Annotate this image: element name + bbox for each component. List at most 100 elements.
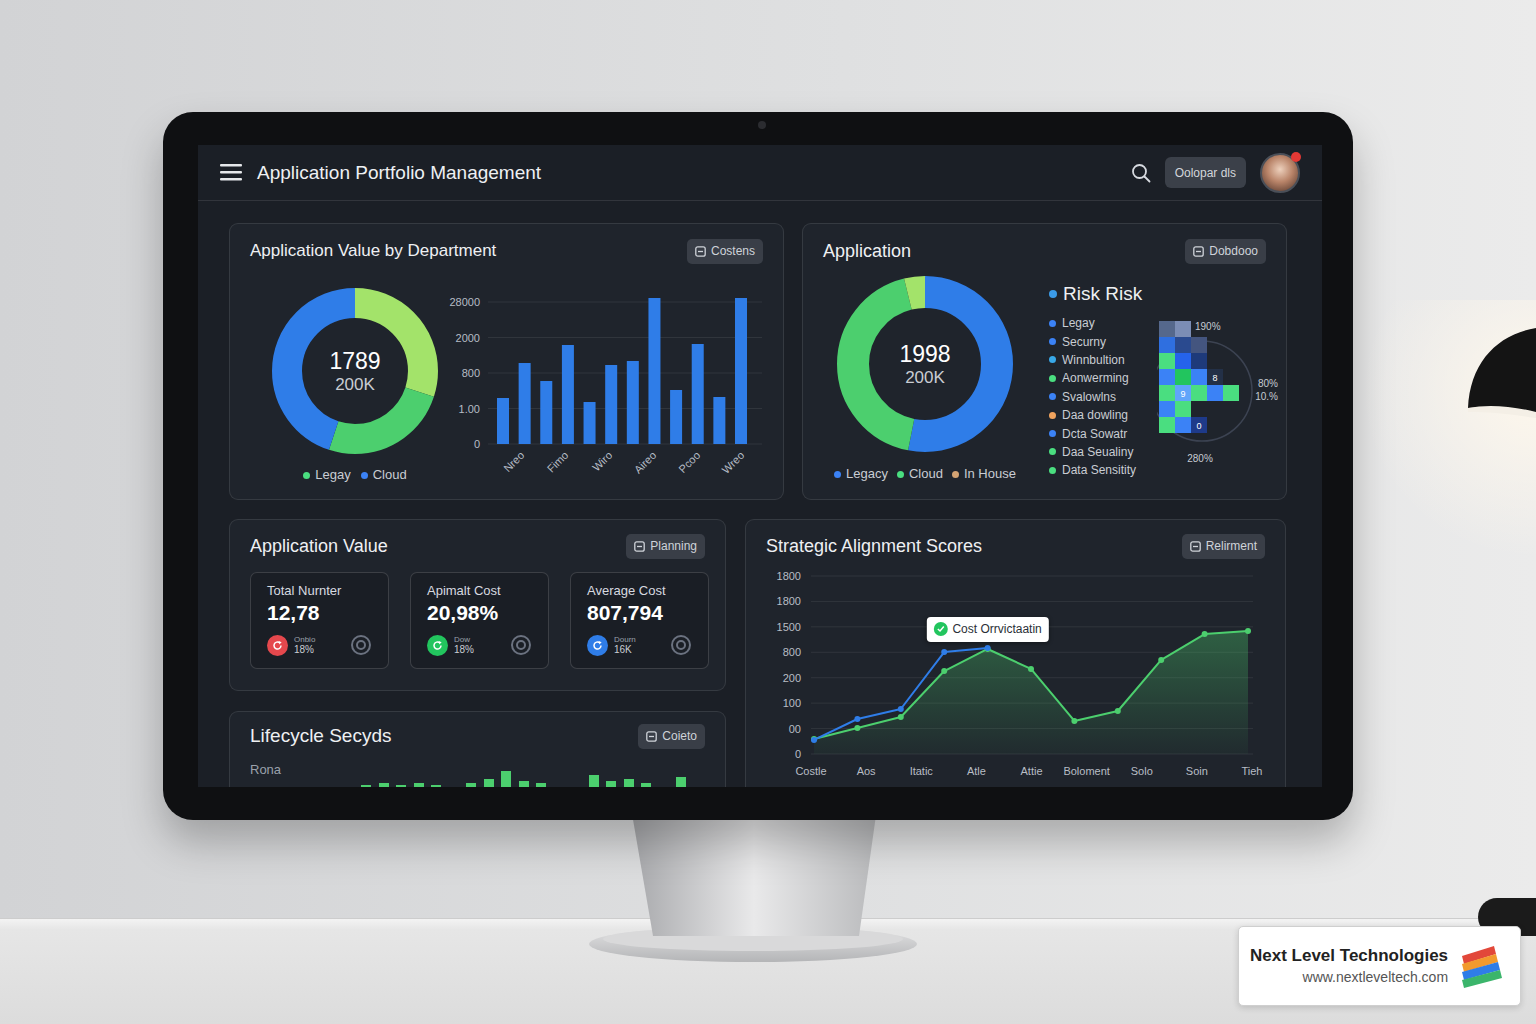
axis-label: Boloment: [1063, 765, 1109, 777]
axis-label: Aos: [857, 765, 876, 777]
filter-icon: [695, 246, 706, 257]
badge-title: Next Level Technologies: [1250, 945, 1448, 967]
matrix-cell: [1223, 321, 1239, 337]
axis-label: Fimo: [545, 449, 571, 475]
user-avatar[interactable]: [1260, 153, 1300, 193]
costens-button[interactable]: Costens: [687, 239, 763, 264]
risk-item: Legay: [1049, 314, 1155, 332]
matrix-cell: [1207, 337, 1223, 353]
axis-tick: 00: [789, 723, 801, 735]
axis-label: Attie: [1020, 765, 1042, 777]
matrix-marker: 9: [1180, 389, 1185, 399]
lifecycle-bar: [466, 783, 476, 787]
stat-label: Apimalt Cost: [427, 582, 548, 600]
legend-dot: [897, 471, 904, 478]
stat-card: Average Cost807,794Dourn16K: [570, 572, 709, 669]
bottom-row: Application Value Planning Total Nurnter…: [229, 519, 1322, 787]
card-header: Application Value Planning: [230, 520, 725, 559]
relirment-button[interactable]: Relirment: [1182, 534, 1265, 559]
risk-label: Daa dowling: [1062, 407, 1128, 423]
risk-dot: [1049, 412, 1056, 419]
risk-label: Data Sensitity: [1062, 462, 1136, 478]
donut-column: 1998 200K LegacyCloudIn House: [803, 272, 1013, 482]
risk-column: Risk Risk LegaySecurnyWinnbultionAonwerm…: [1049, 272, 1155, 482]
card-header: Application Value by Department Costens: [230, 224, 783, 264]
matrix-label: 10.%: [1255, 391, 1278, 402]
lifecycle-bar: [414, 783, 424, 787]
stat-icon: [427, 635, 448, 656]
series-point: [1245, 628, 1251, 634]
donut-value: 1789: [329, 348, 380, 375]
risk-title: Risk Risk: [1049, 282, 1155, 306]
department-bar-chart: 01.00800200028000NreoFimoWiroAireoPcooWr…: [440, 272, 770, 487]
grid-line: [488, 302, 762, 303]
risk-item: Dcta Sowatr: [1049, 424, 1155, 442]
search-icon[interactable]: [1131, 163, 1151, 183]
legend-item: Legay: [303, 467, 350, 483]
stat-label: Average Cost: [587, 582, 708, 600]
gauge-icon-wrap: [510, 634, 532, 656]
stat-change: Onbio18%: [294, 635, 315, 656]
matrix-marker: 0: [1196, 421, 1201, 431]
menu-icon[interactable]: [220, 164, 242, 181]
axis-label: Costle: [795, 765, 826, 777]
matrix-cell: [1207, 353, 1223, 369]
top-row: Application Value by Department Costens …: [229, 223, 1322, 500]
refresh-icon: [272, 640, 283, 651]
lifecycle-card: Lifecycle Secyds Coieto Rona: [229, 711, 726, 787]
gauge-icon-wrap: [350, 634, 372, 656]
filter-icon: [1193, 246, 1204, 257]
matrix-cell: [1159, 417, 1175, 433]
risk-dot: [1049, 320, 1056, 327]
lifecycle-bar: [676, 777, 686, 787]
monitor: Application Portfolio Management Oolopar…: [163, 112, 1353, 820]
matrix-cell: [1175, 321, 1191, 337]
risk-item: Winnbultion: [1049, 351, 1155, 369]
card-title: Strategic Alignment Scores: [766, 533, 982, 559]
screen: Application Portfolio Management Oolopar…: [198, 145, 1322, 787]
coieto-button[interactable]: Coieto: [638, 724, 705, 749]
gauge-icon[interactable]: [350, 634, 372, 656]
matrix-cell: [1159, 401, 1175, 417]
bar: [540, 381, 552, 444]
axis-tick: 1500: [777, 621, 801, 633]
donut-sub: 200K: [905, 368, 945, 388]
axis-tick: 800: [783, 646, 801, 658]
series-point: [985, 646, 991, 652]
header-button[interactable]: Oolopar dls: [1165, 157, 1246, 188]
legend-label: Legacy: [846, 466, 888, 482]
planning-button[interactable]: Planning: [626, 534, 705, 559]
lifecycle-row: Rona: [230, 759, 725, 787]
donut-segment: [853, 292, 997, 436]
grid-line: [811, 576, 1253, 577]
donut-sub: 200K: [335, 375, 375, 395]
dobdooo-button[interactable]: Dobdooo: [1185, 239, 1266, 264]
chart-tooltip: Cost Orrvictaatin: [926, 617, 1048, 642]
strategic-alignment-card: Strategic Alignment Scores Relirment 180…: [745, 519, 1286, 787]
risk-label: Legay: [1062, 315, 1095, 331]
alignment-line-chart: 180018001500800200100000CostleAosItaticA…: [746, 568, 1286, 787]
gauge-icon[interactable]: [670, 634, 692, 656]
stat-footer: Dow18%: [427, 634, 548, 656]
axis-tick: 200: [783, 672, 801, 684]
matrix-cell: [1159, 369, 1175, 385]
lifecycle-bar: [606, 781, 616, 787]
bar: [713, 397, 725, 444]
gauge-icon[interactable]: [510, 634, 532, 656]
monitor-stand: [585, 808, 925, 968]
matrix-cell: [1175, 369, 1191, 385]
axis-label: Atle: [967, 765, 986, 777]
legend-dot: [834, 471, 841, 478]
stat-change-value: 18%: [294, 644, 315, 656]
risk-dot: [1049, 356, 1056, 363]
lifecycle-bar: [484, 779, 494, 787]
legend-item: Cloud: [361, 467, 407, 483]
lifecycle-bar: [379, 783, 389, 787]
matrix-cell: [1191, 353, 1207, 369]
series-point: [854, 716, 860, 722]
matrix-cell: [1207, 401, 1223, 417]
risk-label: Aonwerming: [1062, 370, 1129, 386]
stat-value: 20,98%: [427, 600, 548, 626]
donut-segment: [287, 303, 423, 439]
legend-dot: [361, 472, 368, 479]
